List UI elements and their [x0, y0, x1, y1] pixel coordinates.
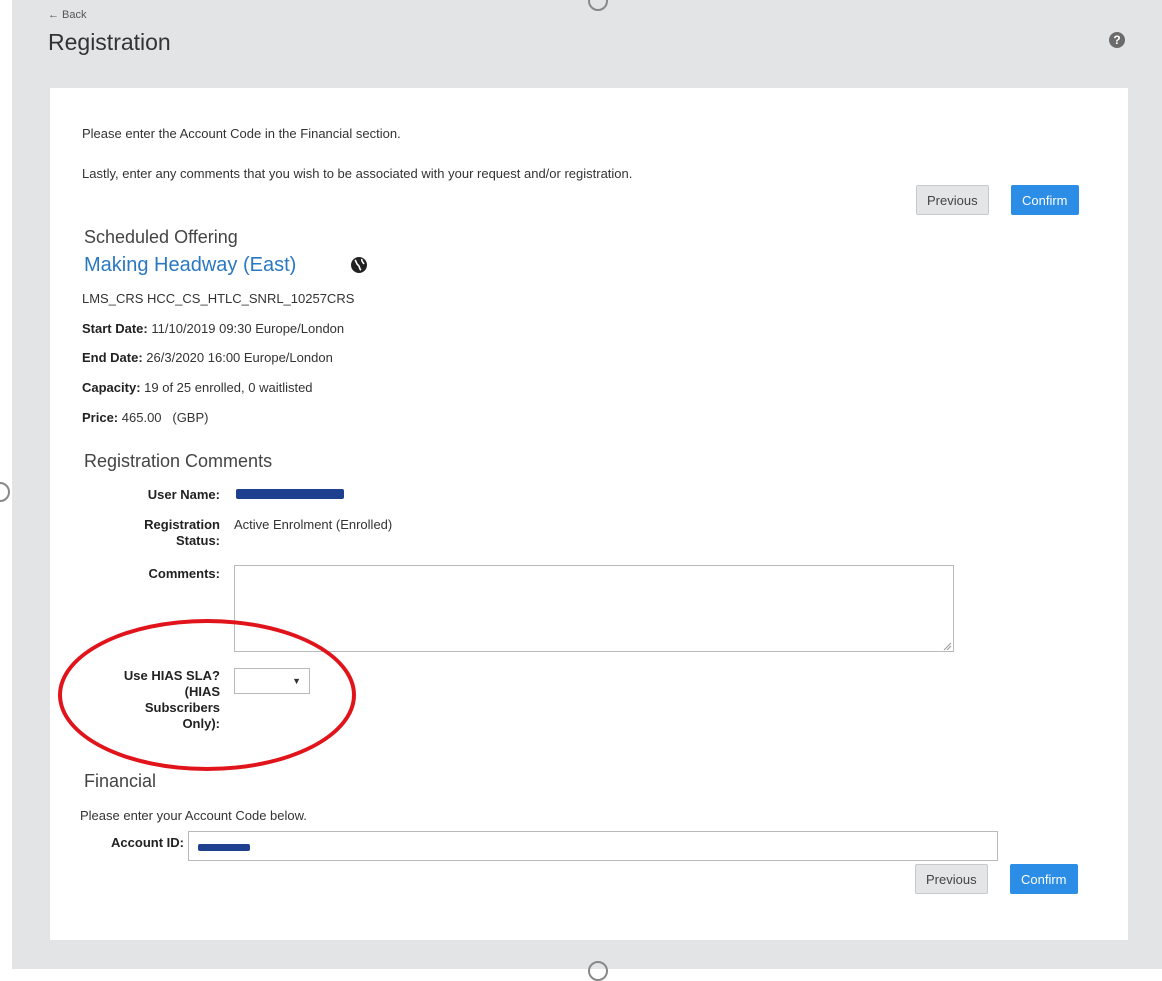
chevron-down-icon: ▼	[292, 676, 301, 686]
end-date-value: 26/3/2020 16:00 Europe/London	[146, 350, 333, 365]
price-value: 465.00 (GBP)	[121, 410, 209, 425]
price-row: Price: 465.00 (GBP)	[82, 410, 208, 425]
intro-text-comments: Lastly, enter any comments that you wish…	[82, 166, 633, 181]
price-label: Price:	[82, 410, 119, 425]
redacted-user-name	[236, 489, 344, 499]
end-date-label: End Date:	[82, 350, 143, 365]
intro-text-account-code: Please enter the Account Code in the Fin…	[82, 126, 401, 141]
offering-title-link[interactable]: Making Headway (East)	[84, 254, 296, 277]
confirm-button-bottom[interactable]: Confirm	[1010, 864, 1078, 894]
offering-code: LMS_CRS HCC_CS_HTLC_SNRL_10257CRS	[82, 291, 355, 306]
question-circle-icon[interactable]: ?	[1109, 32, 1125, 48]
scheduled-offering-heading: Scheduled Offering	[84, 227, 238, 247]
capacity-value: 19 of 25 enrolled, 0 waitlisted	[144, 380, 313, 395]
financial-instruction: Please enter your Account Code below.	[80, 808, 307, 823]
previous-button-bottom[interactable]: Previous	[915, 864, 988, 894]
registration-status-label-line1: Registration	[144, 517, 220, 532]
capacity-row: Capacity: 19 of 25 enrolled, 0 waitliste…	[82, 380, 313, 395]
account-id-field[interactable]	[188, 831, 998, 861]
hias-sla-label-line4: Only):	[182, 716, 220, 731]
resize-grip-icon[interactable]	[943, 642, 952, 651]
registration-status-value: Active Enrolment (Enrolled)	[234, 517, 393, 532]
back-link[interactable]: ← Back	[48, 9, 87, 21]
financial-heading: Financial	[84, 771, 157, 791]
page-title: Registration	[48, 29, 171, 55]
account-id-label: Account ID:	[111, 835, 184, 850]
hias-sla-select[interactable]: ▼	[234, 668, 310, 694]
registration-panel: Please enter the Account Code in the Fin…	[50, 88, 1128, 940]
end-date-row: End Date: 26/3/2020 16:00 Europe/London	[82, 350, 333, 365]
redacted-account-id	[198, 844, 250, 851]
user-name-label: User Name:	[147, 487, 220, 502]
start-date-label: Start Date:	[82, 321, 148, 336]
capacity-label: Capacity:	[82, 380, 141, 395]
hias-sla-label-line2: (HIAS	[184, 684, 220, 699]
comments-field[interactable]	[234, 565, 954, 652]
previous-button-top[interactable]: Previous	[916, 185, 989, 215]
decorative-circle	[0, 482, 10, 502]
registration-status-label-line2: Status:	[175, 533, 220, 548]
start-date-value: 11/10/2019 09:30 Europe/London	[151, 321, 345, 336]
comments-label: Comments:	[148, 566, 220, 581]
confirm-button-top[interactable]: Confirm	[1011, 185, 1079, 215]
decorative-circle	[588, 961, 608, 981]
registration-comments-heading: Registration Comments	[84, 451, 273, 471]
hias-sla-label-line1: Use HIAS SLA?	[123, 668, 220, 683]
hias-sla-label-line3: Subscribers	[144, 700, 220, 715]
globe-icon[interactable]	[350, 256, 368, 274]
start-date-row: Start Date: 11/10/2019 09:30 Europe/Lond…	[82, 321, 344, 336]
